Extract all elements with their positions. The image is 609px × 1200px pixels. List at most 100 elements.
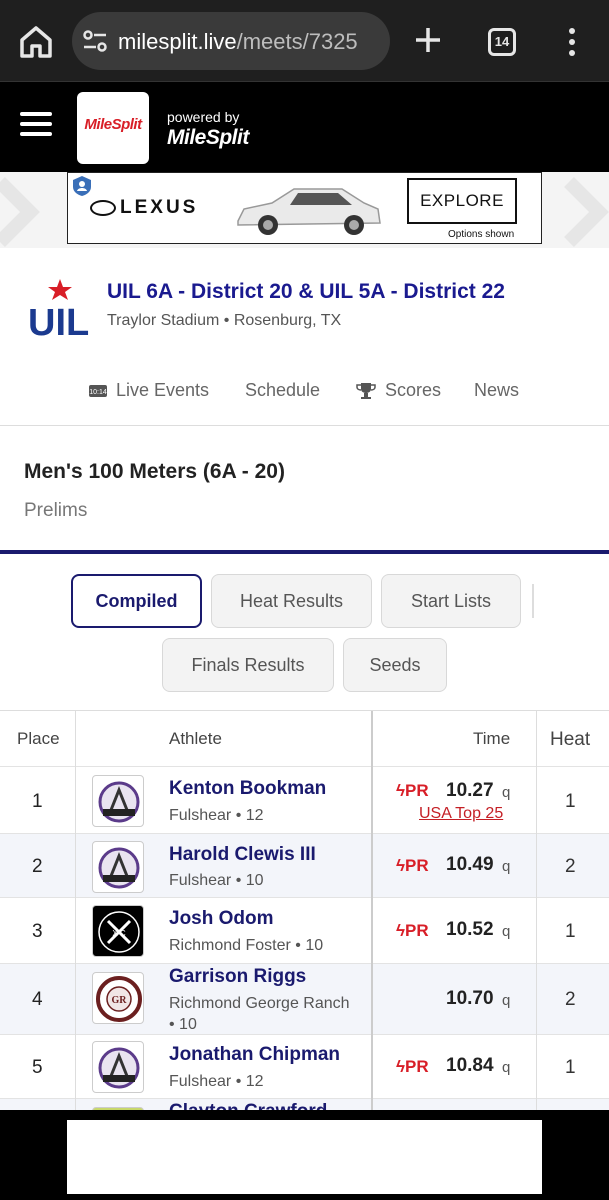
nav-scores[interactable]: Scores bbox=[385, 380, 441, 401]
result-time: 10.52 bbox=[446, 919, 494, 940]
result-time: 10.27 bbox=[446, 780, 494, 801]
school-logo: X C bbox=[92, 905, 144, 957]
athlete-name[interactable]: Harold Clewis III bbox=[169, 844, 316, 866]
meet-nav: 10:14 Live Events Schedule Scores News bbox=[0, 376, 609, 410]
table-row[interactable]: 1 Kenton Bookman Fulshear • 12 ϟPR 10.27… bbox=[0, 766, 609, 833]
lexus-ad-banner[interactable]: LEXUS EXPLORE Options shown bbox=[67, 172, 542, 244]
athlete-team: Richmond Foster • 10 bbox=[169, 937, 324, 954]
pr-badge: ϟPR bbox=[396, 781, 429, 800]
bottom-ad-slot[interactable] bbox=[67, 1120, 542, 1194]
more-vert-icon[interactable] bbox=[562, 26, 582, 58]
place: 3 bbox=[32, 921, 43, 942]
new-tab-icon[interactable] bbox=[412, 24, 444, 56]
tab-heat-results[interactable]: Heat Results bbox=[211, 574, 372, 628]
lexus-brand: LEXUS bbox=[90, 197, 198, 219]
logo-text: MileSplit bbox=[84, 116, 142, 133]
milesplit-logo[interactable]: MileSplit bbox=[77, 92, 149, 164]
place: 1 bbox=[32, 791, 43, 812]
tab-start-lists[interactable]: Start Lists bbox=[381, 574, 521, 628]
athlete-name[interactable]: Josh Odom bbox=[169, 908, 274, 930]
url-text: milesplit.live/meets/7325 bbox=[118, 29, 383, 55]
heat-number: 2 bbox=[565, 856, 576, 877]
svg-text:10:14: 10:14 bbox=[89, 389, 107, 396]
uil-logo: UIL bbox=[28, 279, 89, 341]
qualifier-mark: q bbox=[502, 858, 511, 875]
qualifier-mark: q bbox=[502, 923, 511, 940]
school-logo bbox=[92, 1041, 144, 1093]
tab-compiled[interactable]: Compiled bbox=[71, 574, 202, 628]
table-top-border bbox=[0, 710, 609, 711]
heat-number: 1 bbox=[565, 1057, 576, 1078]
home-icon[interactable] bbox=[18, 22, 54, 62]
nav-schedule[interactable]: Schedule bbox=[245, 380, 320, 401]
svg-text:X C: X C bbox=[112, 929, 126, 938]
result-time: 10.70 bbox=[446, 988, 494, 1009]
ad-disclaimer: Options shown bbox=[448, 229, 515, 240]
divider bbox=[0, 425, 609, 426]
car-image bbox=[237, 188, 381, 235]
tab-seeds[interactable]: Seeds bbox=[343, 638, 447, 692]
svg-text:GR: GR bbox=[112, 995, 128, 1006]
qualifier-mark: q bbox=[502, 1059, 511, 1076]
athlete-team: Fulshear • 12 bbox=[169, 807, 264, 824]
pr-badge: ϟPR bbox=[396, 1057, 429, 1076]
pr-label: PR bbox=[405, 921, 429, 940]
site-settings-icon[interactable] bbox=[82, 29, 108, 53]
pr-label: PR bbox=[405, 856, 429, 875]
trophy-icon bbox=[356, 383, 376, 399]
powered-by-logo: MileSplit bbox=[167, 126, 249, 149]
meet-venue: Traylor Stadium • Rosenburg, TX bbox=[107, 312, 342, 329]
decorative-chevron bbox=[0, 177, 40, 247]
svg-text:UIL: UIL bbox=[28, 302, 89, 341]
usa-top-25-link[interactable]: USA Top 25 bbox=[419, 805, 503, 823]
column-divider bbox=[371, 711, 373, 1111]
col-header-athlete: Athlete bbox=[169, 729, 222, 748]
place: 5 bbox=[32, 1057, 43, 1078]
qualifier-mark: q bbox=[502, 784, 511, 801]
nav-news[interactable]: News bbox=[474, 380, 519, 401]
table-row[interactable]: 2 Harold Clewis III Fulshear • 10 ϟPR 10… bbox=[0, 833, 609, 897]
tab-switcher-button[interactable]: 14 bbox=[488, 28, 516, 56]
event-round: Prelims bbox=[24, 500, 88, 521]
place: 2 bbox=[32, 856, 43, 877]
tab-overflow-edge bbox=[532, 584, 534, 618]
event-title: Men's 100 Meters (6A - 20) bbox=[24, 460, 285, 483]
col-header-heat: Heat bbox=[550, 729, 591, 750]
tab-finals-results[interactable]: Finals Results bbox=[162, 638, 334, 692]
athlete-team: Fulshear • 12 bbox=[169, 1073, 264, 1090]
table-row[interactable]: 5 Jonathan Chipman Fulshear • 12 ϟPR 10.… bbox=[0, 1034, 609, 1098]
explore-button[interactable]: EXPLORE bbox=[407, 178, 517, 224]
athlete-team: Richmond George Ranch • 10 bbox=[169, 995, 350, 1033]
browser-toolbar: milesplit.live/meets/7325 14 bbox=[0, 0, 609, 82]
site-header: MileSplit powered by MileSplit bbox=[0, 82, 609, 172]
lexus-brand-text: LEXUS bbox=[120, 197, 199, 218]
qualifier-mark: q bbox=[502, 992, 511, 1009]
athlete-name[interactable]: Kenton Bookman bbox=[169, 778, 326, 800]
ad-choices-icon[interactable] bbox=[72, 175, 92, 197]
school-logo bbox=[92, 775, 144, 827]
live-clock-icon: 10:14 bbox=[89, 385, 107, 397]
address-bar[interactable]: milesplit.live/meets/7325 bbox=[72, 12, 390, 70]
school-logo bbox=[92, 841, 144, 893]
decorative-chevron bbox=[564, 177, 609, 247]
athlete-name[interactable]: Jonathan Chipman bbox=[169, 1044, 340, 1066]
column-divider bbox=[75, 711, 76, 1111]
table-row[interactable]: 3 X C Josh Odom Richmond Foster • 10 ϟPR… bbox=[0, 897, 609, 963]
heat-number: 1 bbox=[565, 921, 576, 942]
result-time: 10.49 bbox=[446, 854, 494, 875]
url-host: milesplit.live bbox=[118, 29, 237, 54]
table-row[interactable]: 4 GR Garrison Riggs Richmond George Ranc… bbox=[0, 963, 609, 1034]
pr-badge: ϟPR bbox=[396, 921, 429, 940]
hamburger-menu-icon[interactable] bbox=[20, 112, 52, 140]
pr-label: PR bbox=[405, 781, 429, 800]
section-divider bbox=[0, 550, 609, 554]
athlete-team: Fulshear • 10 bbox=[169, 872, 264, 889]
col-header-place: Place bbox=[17, 729, 60, 748]
athlete-name[interactable]: Garrison Riggs bbox=[169, 966, 306, 988]
meet-title: UIL 6A - District 20 & UIL 5A - District… bbox=[107, 280, 505, 303]
place: 4 bbox=[32, 989, 43, 1010]
col-header-time: Time bbox=[473, 729, 511, 748]
pr-badge: ϟPR bbox=[396, 856, 429, 875]
pr-label: PR bbox=[405, 1057, 429, 1076]
nav-live-events[interactable]: Live Events bbox=[116, 380, 209, 401]
